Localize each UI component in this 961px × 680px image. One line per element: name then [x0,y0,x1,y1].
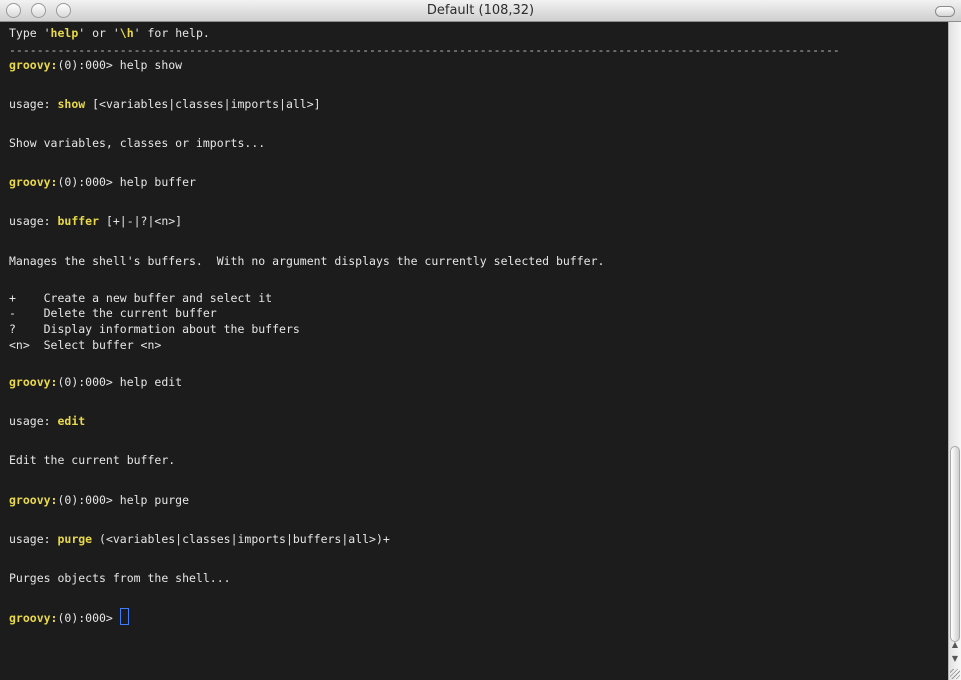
vertical-scrollbar[interactable]: ▲ ▼ [948,22,961,680]
usage-args: [+|-|?|<n>] [99,214,183,229]
resize-grip-icon[interactable] [950,669,960,679]
toolbar-toggle-icon[interactable] [935,6,955,17]
intro-help-keyword: help [50,26,79,40]
usage-label: usage: [9,414,58,429]
option-line: - Delete the current buffer [9,306,217,321]
prompt-line: groovy:(0):000> help show [9,56,948,76]
prompt-counter: (0):000> [57,57,113,72]
title-bar[interactable]: Default (108,32) [0,0,961,22]
description-line: Show variables, classes or imports... [9,135,266,150]
description-line: Edit the current buffer. [9,453,176,468]
usage-label: usage: [9,96,58,111]
prompt-counter: (0):000> [57,611,113,626]
intro-text: ' for help. [133,26,210,40]
usage-args: (<variables|classes|imports|buffers|all>… [92,531,390,546]
scroll-down-arrow-icon[interactable]: ▼ [949,652,961,666]
prompt-label: groovy: [9,492,58,507]
usage-line: usage: buffer [+|-|?|<n>] [9,212,948,232]
separator-line: ----------------------------------------… [9,43,840,56]
scroll-thumb[interactable] [950,446,960,642]
prompt-line: groovy:(0):000> help edit [9,373,948,393]
usage-command: edit [57,414,86,429]
command-text: help buffer [112,175,196,190]
active-prompt-line[interactable]: groovy:(0):000> [9,608,948,628]
intro-line: Type 'help' or '\h' for help. [9,24,948,44]
text-cursor [119,608,129,626]
window-title: Default (108,32) [426,3,535,18]
usage-command: purge [57,531,93,546]
scroll-up-arrow-icon[interactable]: ▲ [949,638,961,652]
usage-line: usage: purge (<variables|classes|imports… [9,530,948,550]
prompt-counter: (0):000> [57,175,113,190]
prompt-counter: (0):000> [57,375,113,390]
terminal-output[interactable]: Type 'help' or '\h' for help. ----------… [0,22,948,680]
description-line: Purges objects from the shell... [9,571,231,585]
option-line: + Create a new buffer and select it [9,290,273,305]
option-line: <n> Select buffer <n> [9,337,162,352]
terminal-window: Default (108,32) Type 'help' or '\h' for… [0,0,961,680]
usage-command: buffer [57,214,100,229]
intro-text: ' or ' [78,26,120,40]
usage-args: [<variables|classes|imports|all>] [85,96,321,111]
intro-text: Type ' [9,26,51,40]
command-text: help show [112,57,183,72]
option-line: ? Display information about the buffers [9,322,300,337]
intro-h-keyword: \h [119,26,134,40]
command-text: help edit [112,375,183,390]
prompt-counter: (0):000> [57,492,113,507]
prompt-label: groovy: [9,611,58,626]
prompt-label: groovy: [9,375,58,390]
usage-label: usage: [9,214,58,229]
command-text: help purge [112,492,190,507]
usage-line: usage: show [<variables|classes|imports|… [9,95,948,115]
prompt-label: groovy: [9,57,58,72]
prompt-line: groovy:(0):000> help purge [9,491,948,511]
prompt-label: groovy: [9,175,58,190]
description-line: Manages the shell's buffers. With no arg… [9,253,605,268]
prompt-line: groovy:(0):000> help buffer [9,173,948,193]
usage-label: usage: [9,531,58,546]
usage-command: show [57,96,86,111]
usage-line: usage: edit [9,412,948,432]
